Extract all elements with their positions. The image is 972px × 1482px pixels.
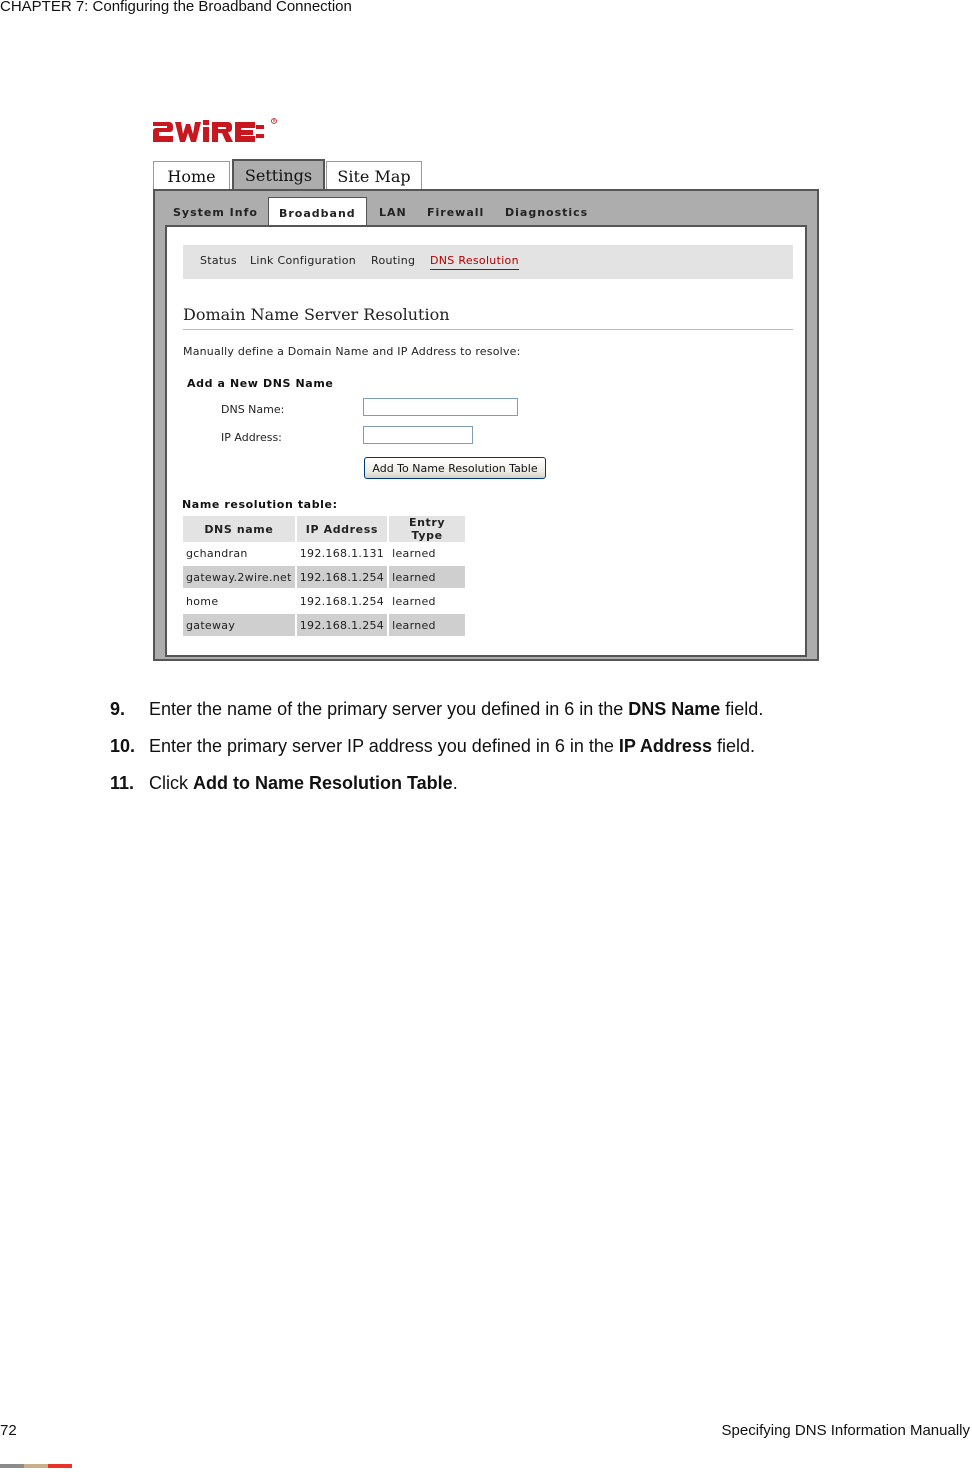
- table-row: gateway 192.168.1.254 learned: [183, 614, 466, 636]
- step-emphasis: Add to Name Resolution Table: [193, 773, 453, 793]
- footer-section-title: Specifying DNS Information Manually: [721, 1422, 970, 1439]
- step-item: 9. Enter the name of the primary server y…: [110, 697, 763, 734]
- step-text: Click: [149, 773, 193, 793]
- nav-link-configuration[interactable]: Link Configuration: [250, 254, 356, 267]
- table-header-row: DNS name IP Address Entry Type: [183, 516, 466, 542]
- svg-text:R: R: [273, 119, 276, 124]
- cell-entry-type: learned: [389, 566, 466, 588]
- step-text: Enter the primary server IP address you …: [149, 736, 619, 756]
- title-divider: [183, 329, 793, 330]
- ip-address-input[interactable]: [363, 426, 473, 444]
- cell-dns-name: gateway: [183, 614, 295, 636]
- cell-ip-address: 192.168.1.254: [299, 594, 385, 608]
- step-emphasis: DNS Name: [628, 699, 721, 719]
- page-title: Domain Name Server Resolution: [183, 305, 450, 324]
- cell-dns-name: gchandran: [186, 546, 248, 560]
- table-row: home 192.168.1.254 learned: [183, 590, 465, 612]
- 2wire-logo: R: [153, 118, 277, 142]
- color-bar-segment-tan: [24, 1464, 48, 1468]
- add-dns-heading: Add a New DNS Name: [187, 377, 334, 390]
- table-row: gchandran 192.168.1.131 learned: [183, 542, 465, 564]
- cell-ip-address: 192.168.1.254: [296, 566, 388, 588]
- tab-home[interactable]: Home: [153, 161, 230, 190]
- subtab-broadband[interactable]: Broadband: [268, 197, 367, 226]
- step-text-end: field.: [711, 736, 755, 756]
- cell-dns-name: gateway.2wire.net: [183, 566, 295, 588]
- subtab-lan[interactable]: LAN: [379, 197, 407, 223]
- intro-text: Manually define a Domain Name and IP Add…: [183, 345, 521, 358]
- step-emphasis: IP Address: [618, 736, 712, 756]
- dns-name-input[interactable]: [363, 398, 518, 416]
- settings-frame: System Info Broadband LAN Firewall Diagn…: [153, 189, 819, 661]
- step-item: 11. Click Add to Name Resolution Table.: [110, 771, 763, 808]
- step-number: 10.: [110, 736, 136, 756]
- instruction-steps: 9. Enter the name of the primary server y…: [110, 697, 763, 808]
- subtab-firewall[interactable]: Firewall: [427, 197, 484, 223]
- nav-dns-resolution[interactable]: DNS Resolution: [430, 254, 519, 270]
- cell-dns-name: home: [186, 594, 219, 608]
- dns-name-label: DNS Name:: [221, 403, 285, 416]
- column-header-dns-name: DNS name: [183, 516, 295, 542]
- color-bar-segment-red: [48, 1464, 72, 1468]
- cell-entry-type: learned: [392, 594, 436, 608]
- nav-status[interactable]: Status: [200, 254, 237, 267]
- cell-entry-type: learned: [392, 546, 436, 560]
- subtab-system-info[interactable]: System Info: [173, 197, 258, 223]
- column-header-entry-type: Entry Type: [389, 516, 466, 542]
- page-number: 72: [0, 1422, 17, 1439]
- cell-ip-address: 192.168.1.131: [299, 546, 385, 560]
- chapter-header: CHAPTER 7: Configuring the Broadband Con…: [0, 0, 352, 15]
- tab-site-map[interactable]: Site Map: [326, 161, 422, 190]
- add-to-name-resolution-table-button[interactable]: Add To Name Resolution Table: [364, 457, 546, 479]
- step-number: 9.: [110, 699, 126, 719]
- table-heading: Name resolution table:: [182, 498, 338, 511]
- cell-entry-type: learned: [389, 614, 466, 636]
- dns-resolution-panel: Status Link Configuration Routing DNS Re…: [165, 225, 807, 657]
- nav-routing[interactable]: Routing: [371, 254, 415, 267]
- footer-color-bar: [0, 1464, 74, 1468]
- ip-address-label: IP Address:: [221, 431, 282, 444]
- step-text-end: .: [452, 773, 458, 793]
- table-row: gateway.2wire.net 192.168.1.254 learned: [183, 566, 466, 588]
- subtab-diagnostics[interactable]: Diagnostics: [505, 197, 588, 223]
- step-item: 10. Enter the primary server IP address y…: [110, 734, 763, 771]
- column-header-ip-address: IP Address: [296, 516, 388, 542]
- step-text-end: field.: [720, 699, 764, 719]
- step-text: Enter the name of the primary server you…: [149, 699, 629, 719]
- tab-settings[interactable]: Settings: [232, 159, 325, 192]
- step-number: 11.: [110, 773, 135, 793]
- color-bar-segment-gray: [0, 1464, 24, 1468]
- cell-ip-address: 192.168.1.254: [296, 614, 388, 636]
- section-nav: Status Link Configuration Routing DNS Re…: [183, 245, 793, 279]
- name-resolution-table: DNS name IP Address Entry Type gchandran…: [181, 516, 467, 636]
